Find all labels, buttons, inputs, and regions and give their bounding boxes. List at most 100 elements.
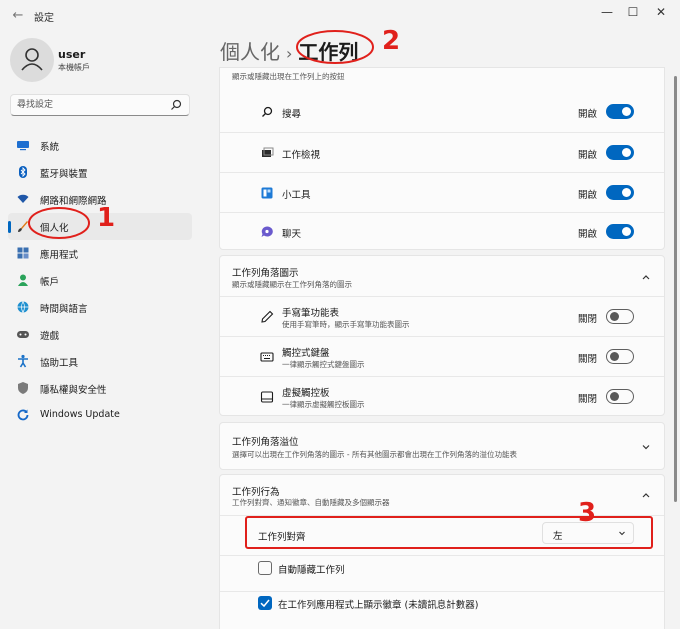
sidebar-item-time-language[interactable]: 時間與語言 — [8, 294, 192, 321]
search-icon — [262, 106, 273, 117]
sidebar-item-label: 應用程式 — [40, 250, 79, 261]
chat-icon — [261, 226, 273, 237]
setting-sublabel: 一律顯示虛擬觸控板圖示 — [282, 400, 365, 409]
setting-label: 聊天 — [282, 229, 302, 240]
pen-menu-toggle[interactable] — [606, 309, 634, 324]
toggle-knob — [610, 312, 619, 321]
setting-row-task-view: 工作檢視 開啟 — [220, 132, 664, 172]
annotation-number-3: 3 — [578, 498, 597, 528]
chevron-up-icon[interactable] — [640, 271, 652, 283]
toggle-state: 開啟 — [578, 150, 598, 161]
badges-checkbox[interactable] — [258, 596, 272, 610]
corner-icons-card: 工作列角落圖示 顯示或隱藏顯示在工作列角落的圖示 手寫筆功能表 使用手寫筆時，顯… — [219, 255, 665, 416]
section-description: 選擇可以出現在工作列角落的圖示 - 所有其他圖示都會出現在工作列角落的溢位功能表 — [232, 450, 517, 459]
accessibility-icon — [18, 354, 28, 368]
back-button[interactable]: ← — [8, 6, 28, 26]
setting-label: 小工具 — [282, 190, 311, 201]
maximize-button[interactable]: ☐ — [622, 3, 644, 21]
sidebar-item-accounts[interactable]: 帳戶 — [8, 267, 192, 294]
virtual-touchpad-toggle[interactable] — [606, 389, 634, 404]
setting-row-touch-keyboard: 觸控式鍵盤 一律顯示觸控式鍵盤圖示 關閉 — [220, 336, 664, 376]
search-icon[interactable] — [169, 98, 183, 112]
setting-row-virtual-touchpad: 虛擬觸控板 一律顯示虛擬觸控板圖示 關閉 — [220, 376, 664, 416]
setting-label: 觸控式鍵盤 — [282, 348, 330, 359]
corner-overflow-card[interactable]: 工作列角落溢位 選擇可以出現在工作列角落的圖示 - 所有其他圖示都會出現在工作列… — [219, 422, 665, 470]
toggle-knob — [610, 352, 619, 361]
widgets-icon — [261, 187, 273, 199]
scrollbar[interactable] — [674, 74, 677, 629]
user-account-type: 本機帳戶 — [58, 63, 90, 72]
keyboard-icon — [260, 352, 274, 362]
setting-label: 搜尋 — [282, 109, 302, 120]
annotation-number-1: 1 — [97, 203, 116, 233]
annotation-circle-2 — [296, 30, 374, 64]
setting-row-search: 搜尋 開啟 — [220, 92, 664, 132]
toggle-knob — [622, 188, 631, 197]
sidebar-item-label: 隱私權與安全性 — [40, 385, 107, 396]
sidebar-item-label: 遊戲 — [40, 331, 60, 342]
sidebar-item-label: Windows Update — [40, 409, 120, 420]
setting-label: 手寫筆功能表 — [282, 308, 340, 319]
touchpad-icon — [260, 391, 274, 403]
sidebar-item-accessibility[interactable]: 協助工具 — [8, 348, 192, 375]
breadcrumb-separator: › — [286, 44, 293, 63]
section-title: 工作列角落圖示 — [232, 268, 299, 279]
corner-icons-header[interactable]: 工作列角落圖示 顯示或隱藏顯示在工作列角落的圖示 — [220, 256, 664, 296]
auto-hide-label: 自動隱藏工作列 — [278, 565, 345, 576]
sidebar-nav: 系統 藍牙與裝置 網路和網際網路 個人化 應用程式 帳戶 時間與語言 遊戲 協助… — [8, 132, 192, 429]
person-avatar-icon — [21, 48, 43, 71]
app-title: 設定 — [34, 13, 54, 24]
minimize-button[interactable]: — — [596, 3, 618, 21]
chat-toggle[interactable] — [606, 224, 634, 239]
toggle-state: 開啟 — [578, 109, 598, 120]
update-icon — [17, 409, 29, 421]
sidebar-item-label: 藍牙與裝置 — [40, 169, 88, 180]
touch-keyboard-toggle[interactable] — [606, 349, 634, 364]
search-box[interactable] — [10, 94, 190, 116]
widgets-toggle[interactable] — [606, 185, 634, 200]
bluetooth-icon — [19, 166, 27, 178]
close-button[interactable]: ✕ — [650, 3, 672, 21]
task-view-icon — [262, 147, 274, 157]
annotation-number-2: 2 — [382, 26, 401, 56]
search-toggle[interactable] — [606, 104, 634, 119]
toggle-knob — [622, 107, 631, 116]
checkmark-icon — [260, 599, 270, 608]
sidebar-item-apps[interactable]: 應用程式 — [8, 240, 192, 267]
sidebar-item-label: 系統 — [40, 142, 60, 153]
setting-sublabel: 一律顯示觸控式鍵盤圖示 — [282, 360, 365, 369]
person-icon — [18, 274, 28, 286]
toggle-knob — [622, 227, 631, 236]
section-description: 顯示或隱藏顯示在工作列角落的圖示 — [232, 280, 352, 289]
breadcrumb-parent[interactable]: 個人化 — [220, 40, 280, 64]
sidebar-item-bluetooth[interactable]: 藍牙與裝置 — [8, 159, 192, 186]
sidebar-item-label: 帳戶 — [40, 277, 60, 288]
toggle-knob — [610, 392, 619, 401]
setting-row-widgets: 小工具 開啟 — [220, 172, 664, 212]
taskbar-items-desc: 顯示或隱藏出現在工作列上的按鈕 — [232, 72, 345, 81]
section-title: 工作列角落溢位 — [232, 437, 299, 448]
section-description: 工作列對齊、通知徽章、自動隱藏及多個顯示器 — [232, 498, 390, 507]
sidebar-item-label: 協助工具 — [40, 358, 79, 369]
chevron-down-icon[interactable] — [640, 441, 652, 453]
annotation-circle-1 — [28, 207, 90, 239]
sidebar-item-windows-update[interactable]: Windows Update — [8, 402, 192, 429]
badges-label: 在工作列應用程式上顯示徽章 (未讀訊息計數器) — [278, 600, 479, 611]
taskbar-items-card: 顯示或隱藏出現在工作列上的按鈕 搜尋 開啟 工作檢視 開啟 小工具 開啟 聊天 … — [219, 67, 665, 250]
setting-sublabel: 使用手寫筆時，顯示手寫筆功能表圖示 — [282, 320, 410, 329]
sidebar-item-privacy[interactable]: 隱私權與安全性 — [8, 375, 192, 402]
task-view-toggle[interactable] — [606, 145, 634, 160]
pen-icon — [261, 310, 274, 323]
search-input[interactable] — [17, 98, 167, 112]
sidebar-item-gaming[interactable]: 遊戲 — [8, 321, 192, 348]
globe-icon — [17, 301, 29, 313]
setting-row-chat: 聊天 開啟 — [220, 212, 664, 250]
scrollbar-thumb[interactable] — [674, 76, 677, 502]
auto-hide-checkbox[interactable] — [258, 561, 272, 575]
toggle-state: 關閉 — [578, 394, 598, 405]
chevron-up-icon[interactable] — [640, 489, 652, 501]
sidebar-item-system[interactable]: 系統 — [8, 132, 192, 159]
apps-icon — [17, 247, 29, 259]
taskbar-behaviors-header[interactable]: 工作列行為 工作列對齊、通知徽章、自動隱藏及多個顯示器 — [220, 475, 664, 515]
setting-row-pen-menu: 手寫筆功能表 使用手寫筆時，顯示手寫筆功能表圖示 關閉 — [220, 296, 664, 336]
